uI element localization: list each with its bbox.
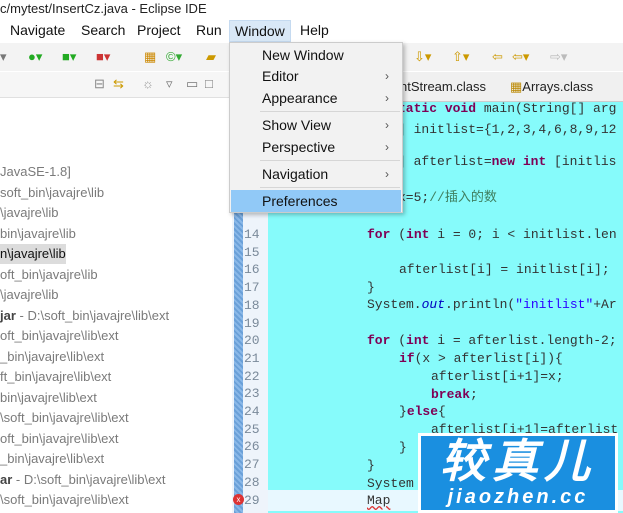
- menu-item-perspective[interactable]: Perspective ›: [231, 136, 401, 158]
- focus-icon[interactable]: ☼: [142, 76, 154, 91]
- tree-item-path: \javajre\lib: [0, 287, 59, 302]
- tree-item[interactable]: n\javajre\lib: [0, 244, 66, 264]
- tree-item[interactable]: JavaSE-1.8]: [0, 162, 71, 182]
- tree-item-path: soft_bin\javajre\lib: [0, 184, 105, 200]
- tree-item-path: oft_bin\javajre\lib: [0, 266, 98, 282]
- menu-item-new-window[interactable]: New Window: [231, 44, 401, 66]
- tab-label: Arrays.class: [522, 79, 594, 94]
- tree-item-path: n\javajre\lib: [0, 246, 66, 261]
- tree-item-path: \soft_bin\javajre\lib\ext: [0, 492, 129, 507]
- new-class-icon[interactable]: ©▾: [166, 49, 182, 65]
- tree-item[interactable]: ft_bin\javajre\lib\ext: [0, 367, 111, 387]
- line-number: 29: [244, 492, 260, 508]
- menu-separator: [260, 187, 400, 188]
- tree-item-path: _bin\javajre\lib\ext: [0, 451, 105, 466]
- prev-annotation-icon[interactable]: ⇧▾: [452, 49, 469, 65]
- tree-item-name: ar: [0, 471, 13, 487]
- tree-item[interactable]: bin\javajre\lib\ext: [0, 388, 97, 408]
- tree-item-path: bin\javajre\lib\ext: [0, 389, 97, 405]
- submenu-arrow-icon: ›: [385, 118, 389, 132]
- code-line: for (int i = 0; i < initlist.len: [367, 227, 617, 242]
- code-line: ] initlist={1,2,3,4,6,8,9,12: [398, 122, 617, 137]
- menu-project[interactable]: Project: [132, 20, 186, 42]
- code-line: tatic void main(String[] arg: [398, 101, 617, 116]
- menu-separator: [260, 111, 400, 112]
- tree-item[interactable]: oft_bin\javajre\lib: [0, 265, 98, 285]
- tree-item[interactable]: \javajre\lib: [0, 285, 59, 305]
- tree-item-path: JavaSE-1.8]: [0, 164, 71, 179]
- window-title: c/mytest/InsertCz.java - Eclipse IDE: [0, 1, 207, 16]
- tree-item[interactable]: oft_bin\javajre\lib\ext: [0, 326, 119, 346]
- back-icon[interactable]: ⇦▾: [512, 49, 529, 65]
- tree-item[interactable]: bin\javajre\lib: [0, 224, 76, 244]
- tree-item-path: \javajre\lib: [0, 205, 59, 220]
- submenu-arrow-icon: ›: [385, 167, 389, 181]
- menu-help[interactable]: Help: [295, 20, 334, 42]
- tree-item-path: bin\javajre\lib: [0, 225, 76, 241]
- view-menu-icon[interactable]: ▿: [166, 76, 173, 92]
- forward-icon[interactable]: ⇨▾: [550, 49, 567, 65]
- tree-item[interactable]: oft_bin\javajre\lib\ext: [0, 429, 119, 449]
- menu-item-editor[interactable]: Editor ›: [231, 65, 401, 87]
- tree-item[interactable]: soft_bin\javajre\lib: [0, 183, 104, 203]
- new-package-icon[interactable]: ▦: [144, 49, 156, 65]
- submenu-arrow-icon: ›: [385, 91, 389, 105]
- collapse-all-icon[interactable]: ⊟: [94, 76, 105, 92]
- tree-item[interactable]: jar - D:\soft_bin\javajre\lib\ext: [0, 306, 169, 326]
- class-file-icon: ▦: [510, 79, 523, 94]
- next-annotation-icon[interactable]: ⇩▾: [414, 49, 431, 65]
- tree-item-path: oft_bin\javajre\lib\ext: [0, 328, 119, 343]
- run-icon[interactable]: ●▾: [28, 49, 42, 65]
- dropdown-icon[interactable]: ▾: [0, 49, 7, 65]
- tab-printstream-class[interactable]: ntStream.class: [400, 79, 486, 94]
- menu-search[interactable]: Search: [76, 20, 130, 42]
- window-menu-dropdown: New Window Editor › Appearance › Show View…: [229, 42, 403, 213]
- code-line: ] afterlist=new int [initlis: [398, 154, 617, 169]
- code-line: System.out.println("initlist"+Ar: [367, 297, 617, 312]
- tree-item-path: \soft_bin\javajre\lib\ext: [0, 410, 129, 425]
- maximize-icon[interactable]: □: [205, 76, 213, 91]
- submenu-arrow-icon: ›: [385, 140, 389, 154]
- menu-item-navigation[interactable]: Navigation ›: [231, 163, 401, 185]
- tab-arrays-class[interactable]: ▦Arrays.class: [510, 79, 593, 95]
- tree-item[interactable]: _bin\javajre\lib\ext: [0, 449, 104, 469]
- tree-item[interactable]: \javajre\lib: [0, 203, 59, 223]
- tree-item[interactable]: ar - D:\soft_bin\javajre\lib\ext: [0, 470, 165, 490]
- tree-item-name: jar: [0, 307, 16, 323]
- menu-bar: Navigate Search Project Run Window Help: [0, 20, 623, 42]
- submenu-arrow-icon: ›: [385, 69, 389, 83]
- menu-separator: [260, 160, 400, 161]
- package-explorer-toolbar: ⊟ ⇆ ☼ ▿ ▭ □: [0, 72, 232, 98]
- tree-item[interactable]: \soft_bin\javajre\lib\ext: [0, 490, 129, 510]
- menu-item-appearance[interactable]: Appearance ›: [231, 87, 401, 109]
- watermark-url: jiaozhen.cc: [447, 486, 589, 508]
- code-line: }: [399, 440, 407, 455]
- menu-item-preferences[interactable]: Preferences: [231, 190, 401, 212]
- code-line: Map: [367, 493, 391, 508]
- code-line: afterlist[i] = initlist[i];: [399, 262, 610, 277]
- external-tools-icon[interactable]: ■▾: [96, 49, 110, 65]
- tree-item-path: oft_bin\javajre\lib\ext: [0, 430, 119, 446]
- menu-item-show-view[interactable]: Show View ›: [231, 114, 401, 136]
- package-explorer-tree: JavaSE-1.8] soft_bin\javajre\lib \javajre\…: [0, 98, 232, 513]
- error-icon[interactable]: x: [233, 494, 244, 505]
- menu-navigate[interactable]: Navigate: [5, 20, 70, 42]
- link-editor-icon[interactable]: ⇆: [113, 76, 124, 92]
- tree-item[interactable]: _bin\javajre\lib\ext: [0, 347, 104, 367]
- code-line: x=5;//插入的数: [398, 190, 497, 205]
- debug-icon[interactable]: ■▾: [62, 49, 76, 65]
- open-folder-icon[interactable]: ▰: [206, 49, 216, 65]
- menu-window[interactable]: Window: [229, 20, 291, 42]
- menu-run[interactable]: Run: [191, 20, 227, 42]
- last-edit-icon[interactable]: ⇦: [492, 49, 503, 65]
- tree-item-path: - D:\soft_bin\javajre\lib\ext: [12, 471, 166, 487]
- tree-item-path: ft_bin\javajre\lib\ext: [0, 369, 112, 384]
- watermark-logo: 较真儿 jiaozhen.cc: [418, 433, 618, 513]
- watermark-text: 较真儿: [440, 435, 596, 487]
- minimize-icon[interactable]: ▭: [186, 76, 198, 92]
- tree-item-path: - D:\soft_bin\javajre\lib\ext: [15, 307, 170, 323]
- tree-item-path: _bin\javajre\lib\ext: [0, 348, 105, 364]
- tree-item[interactable]: \soft_bin\javajre\lib\ext: [0, 408, 129, 428]
